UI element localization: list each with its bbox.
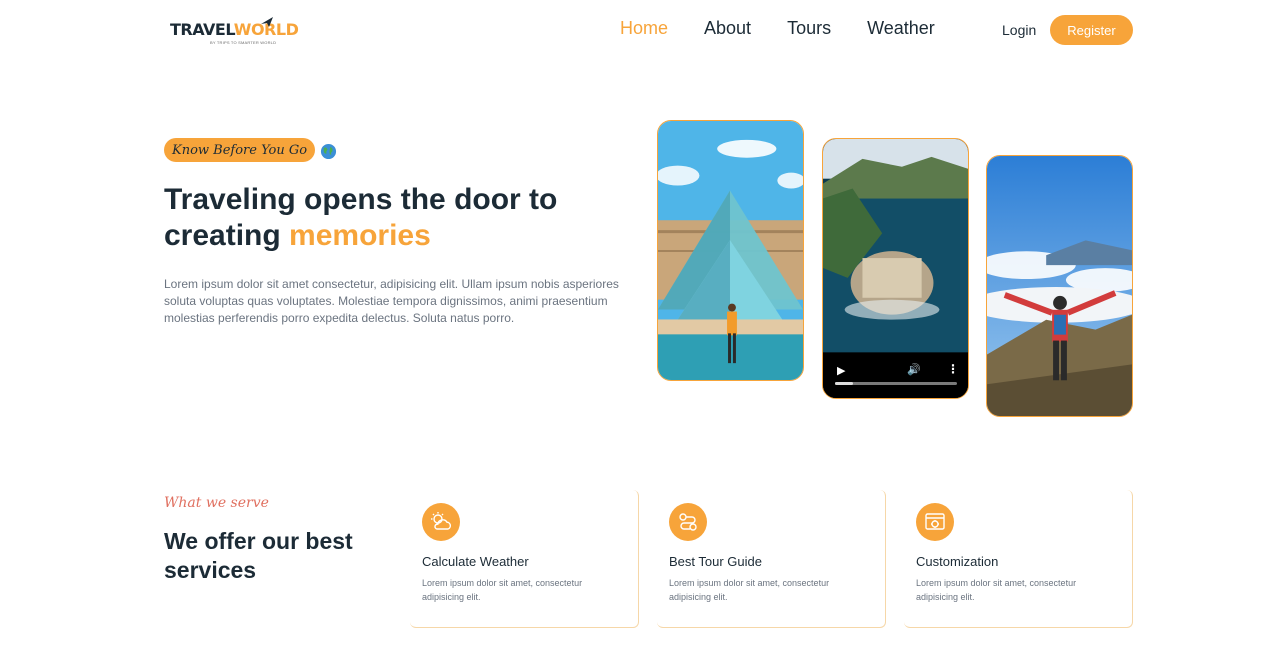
volume-icon[interactable]: 🔊 (907, 363, 921, 376)
video-progress-bar[interactable] (835, 382, 957, 385)
service-card-guide: Best Tour Guide Lorem ipsum dolor sit am… (657, 490, 886, 628)
main-nav: Home About Tours Weather (620, 18, 935, 39)
hero-image-hiker (986, 155, 1133, 417)
nav-weather[interactable]: Weather (867, 18, 935, 39)
more-options-icon[interactable]: ⋮ (947, 362, 959, 376)
nav-tours[interactable]: Tours (787, 18, 831, 39)
hero-video[interactable]: ▶ 🔊 ⋮ (822, 138, 969, 399)
plane-icon (261, 17, 273, 27)
service-card-text: Lorem ipsum dolor sit amet, consectetur … (422, 578, 583, 602)
guide-icon (669, 503, 707, 541)
service-card-title: Best Tour Guide (669, 554, 762, 569)
logo-text: TRAVELWORLD (170, 20, 299, 39)
hero-title: Traveling opens the door to creating mem… (164, 183, 558, 252)
video-controls: ▶ 🔊 ⋮ (823, 352, 968, 398)
logo-tagline: BY TRIPS TO SMARTER WORLD (210, 40, 277, 45)
service-card-title: Calculate Weather (422, 554, 529, 569)
login-link[interactable]: Login (1002, 22, 1036, 38)
services-title: We offer our best services (164, 528, 353, 583)
weather-icon (422, 503, 460, 541)
service-card-text: Lorem ipsum dolor sit amet, consectetur … (669, 578, 830, 602)
hero-description: Lorem ipsum dolor sit amet consectetur, … (164, 277, 619, 325)
video-progress-fill (835, 382, 854, 385)
hero-badge: Know Before You Go (164, 138, 315, 162)
service-card-text: Lorem ipsum dolor sit amet, consectetur … (916, 578, 1077, 602)
play-icon[interactable]: ▶ (837, 364, 845, 377)
hero-image-louvre (657, 120, 804, 381)
nav-about[interactable]: About (704, 18, 751, 39)
service-card-weather: Calculate Weather Lorem ipsum dolor sit … (410, 490, 639, 628)
services-subtitle: What we serve (164, 495, 269, 511)
service-card-customization: Customization Lorem ipsum dolor sit amet… (904, 490, 1133, 628)
register-button[interactable]: Register (1050, 15, 1133, 45)
nav-home[interactable]: Home (620, 18, 668, 39)
customize-icon (916, 503, 954, 541)
globe-icon (320, 143, 337, 160)
service-card-title: Customization (916, 554, 999, 569)
logo[interactable]: TRAVELWORLD BY TRIPS TO SMARTER WORLD (168, 14, 299, 50)
site-header: TRAVELWORLD BY TRIPS TO SMARTER WORLD Ho… (0, 0, 1280, 62)
